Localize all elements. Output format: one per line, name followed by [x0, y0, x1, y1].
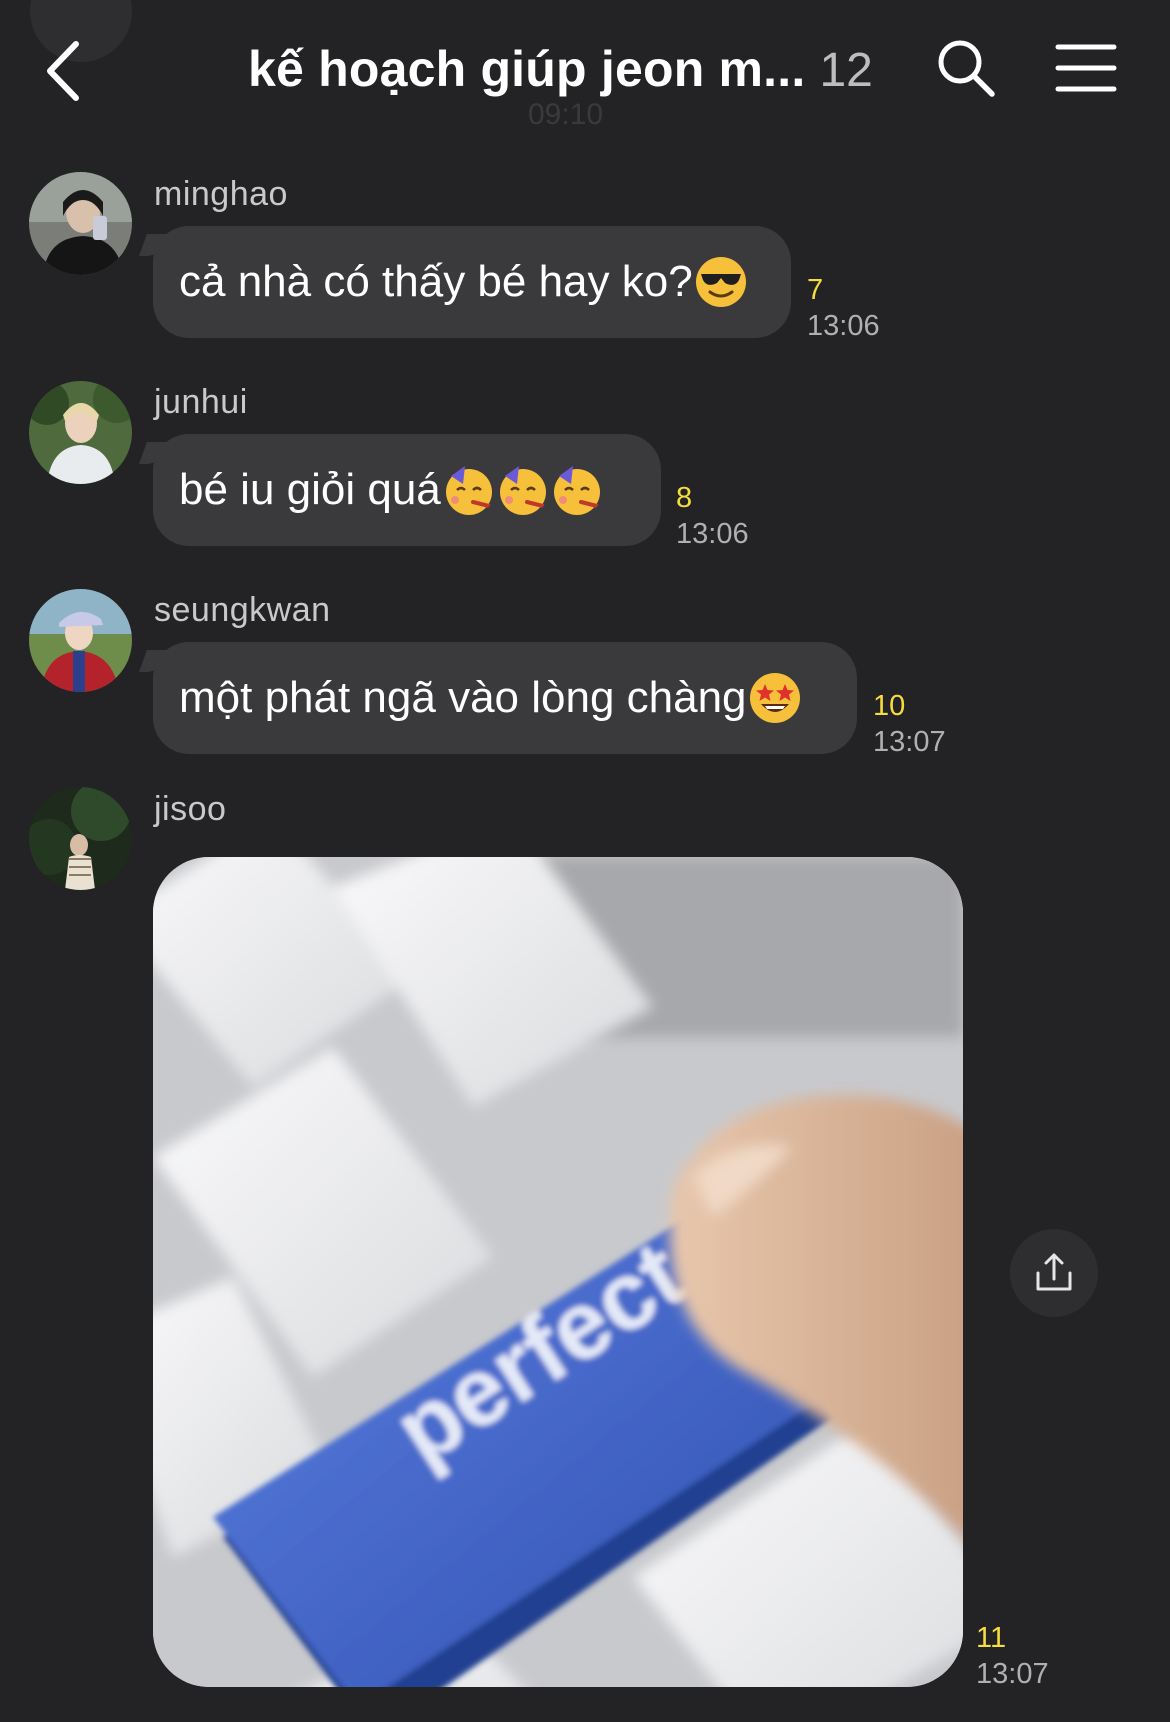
member-count: 12: [819, 44, 873, 97]
smiling-face-with-sunglasses-icon: [695, 257, 746, 307]
menu-button[interactable]: [1054, 38, 1118, 98]
unread-count: 7: [807, 274, 824, 306]
message-bubble[interactable]: bé iu giỏi quá: [153, 434, 661, 546]
partying-face-icon: [445, 466, 492, 515]
avatar[interactable]: [29, 381, 132, 484]
unread-count: 8: [676, 482, 693, 514]
sender-name: jisoo: [154, 790, 227, 828]
search-icon: [938, 40, 995, 97]
image-attachment[interactable]: perfect: [153, 857, 963, 1687]
message-meta: 11 13:07: [976, 1620, 1049, 1692]
search-button[interactable]: [934, 36, 998, 100]
sender-name: minghao: [154, 175, 288, 213]
perfect-key-meme-image: perfect: [153, 857, 963, 1687]
avatar-photo: [29, 787, 132, 890]
hamburger-menu-icon: [1055, 44, 1117, 92]
message-meta: 8 13:06: [676, 480, 749, 552]
avatar-photo: [29, 172, 132, 275]
timestamp: 13:06: [676, 518, 749, 550]
chevron-left-icon: [47, 41, 79, 101]
share-button[interactable]: [1010, 1229, 1098, 1317]
avatar-photo: [29, 381, 132, 484]
unread-count: 11: [976, 1622, 1007, 1654]
chat-title-group[interactable]: kế hoạch giúp jeon m... 12: [248, 40, 873, 106]
message-text: bé iu giỏi quá: [179, 465, 441, 514]
message-bubble[interactable]: cả nhà có thấy bé hay ko?: [153, 226, 791, 338]
back-button[interactable]: [36, 36, 96, 106]
message-meta: 10 13:07: [873, 688, 946, 760]
message-meta: 7 13:06: [807, 272, 880, 344]
partying-face-icon: [553, 466, 600, 515]
message-text: một phát ngã vào lòng chàng: [179, 673, 747, 722]
chat-title: kế hoạch giúp jeon m...: [248, 41, 806, 97]
timestamp: 13:07: [976, 1658, 1049, 1690]
avatar[interactable]: [29, 589, 132, 692]
unread-count: 10: [873, 690, 906, 722]
share-icon: [1036, 1253, 1072, 1291]
partying-face-icon: [499, 466, 546, 515]
avatar[interactable]: [29, 172, 132, 275]
avatar[interactable]: [29, 787, 132, 890]
sender-name: seungkwan: [154, 591, 331, 629]
timestamp: 13:06: [807, 310, 880, 342]
star-struck-icon: [749, 673, 800, 723]
message-bubble[interactable]: một phát ngã vào lòng chàng: [153, 642, 857, 754]
sender-name: junhui: [154, 383, 248, 421]
avatar-photo: [29, 589, 132, 692]
chat-header: 09:10 kế hoạch giúp jeon m... 12: [0, 0, 1170, 140]
timestamp: 13:07: [873, 726, 946, 758]
chat-screen: 09:10 kế hoạch giúp jeon m... 12 minghao…: [0, 0, 1170, 1722]
message-text: cả nhà có thấy bé hay ko?: [179, 257, 693, 306]
